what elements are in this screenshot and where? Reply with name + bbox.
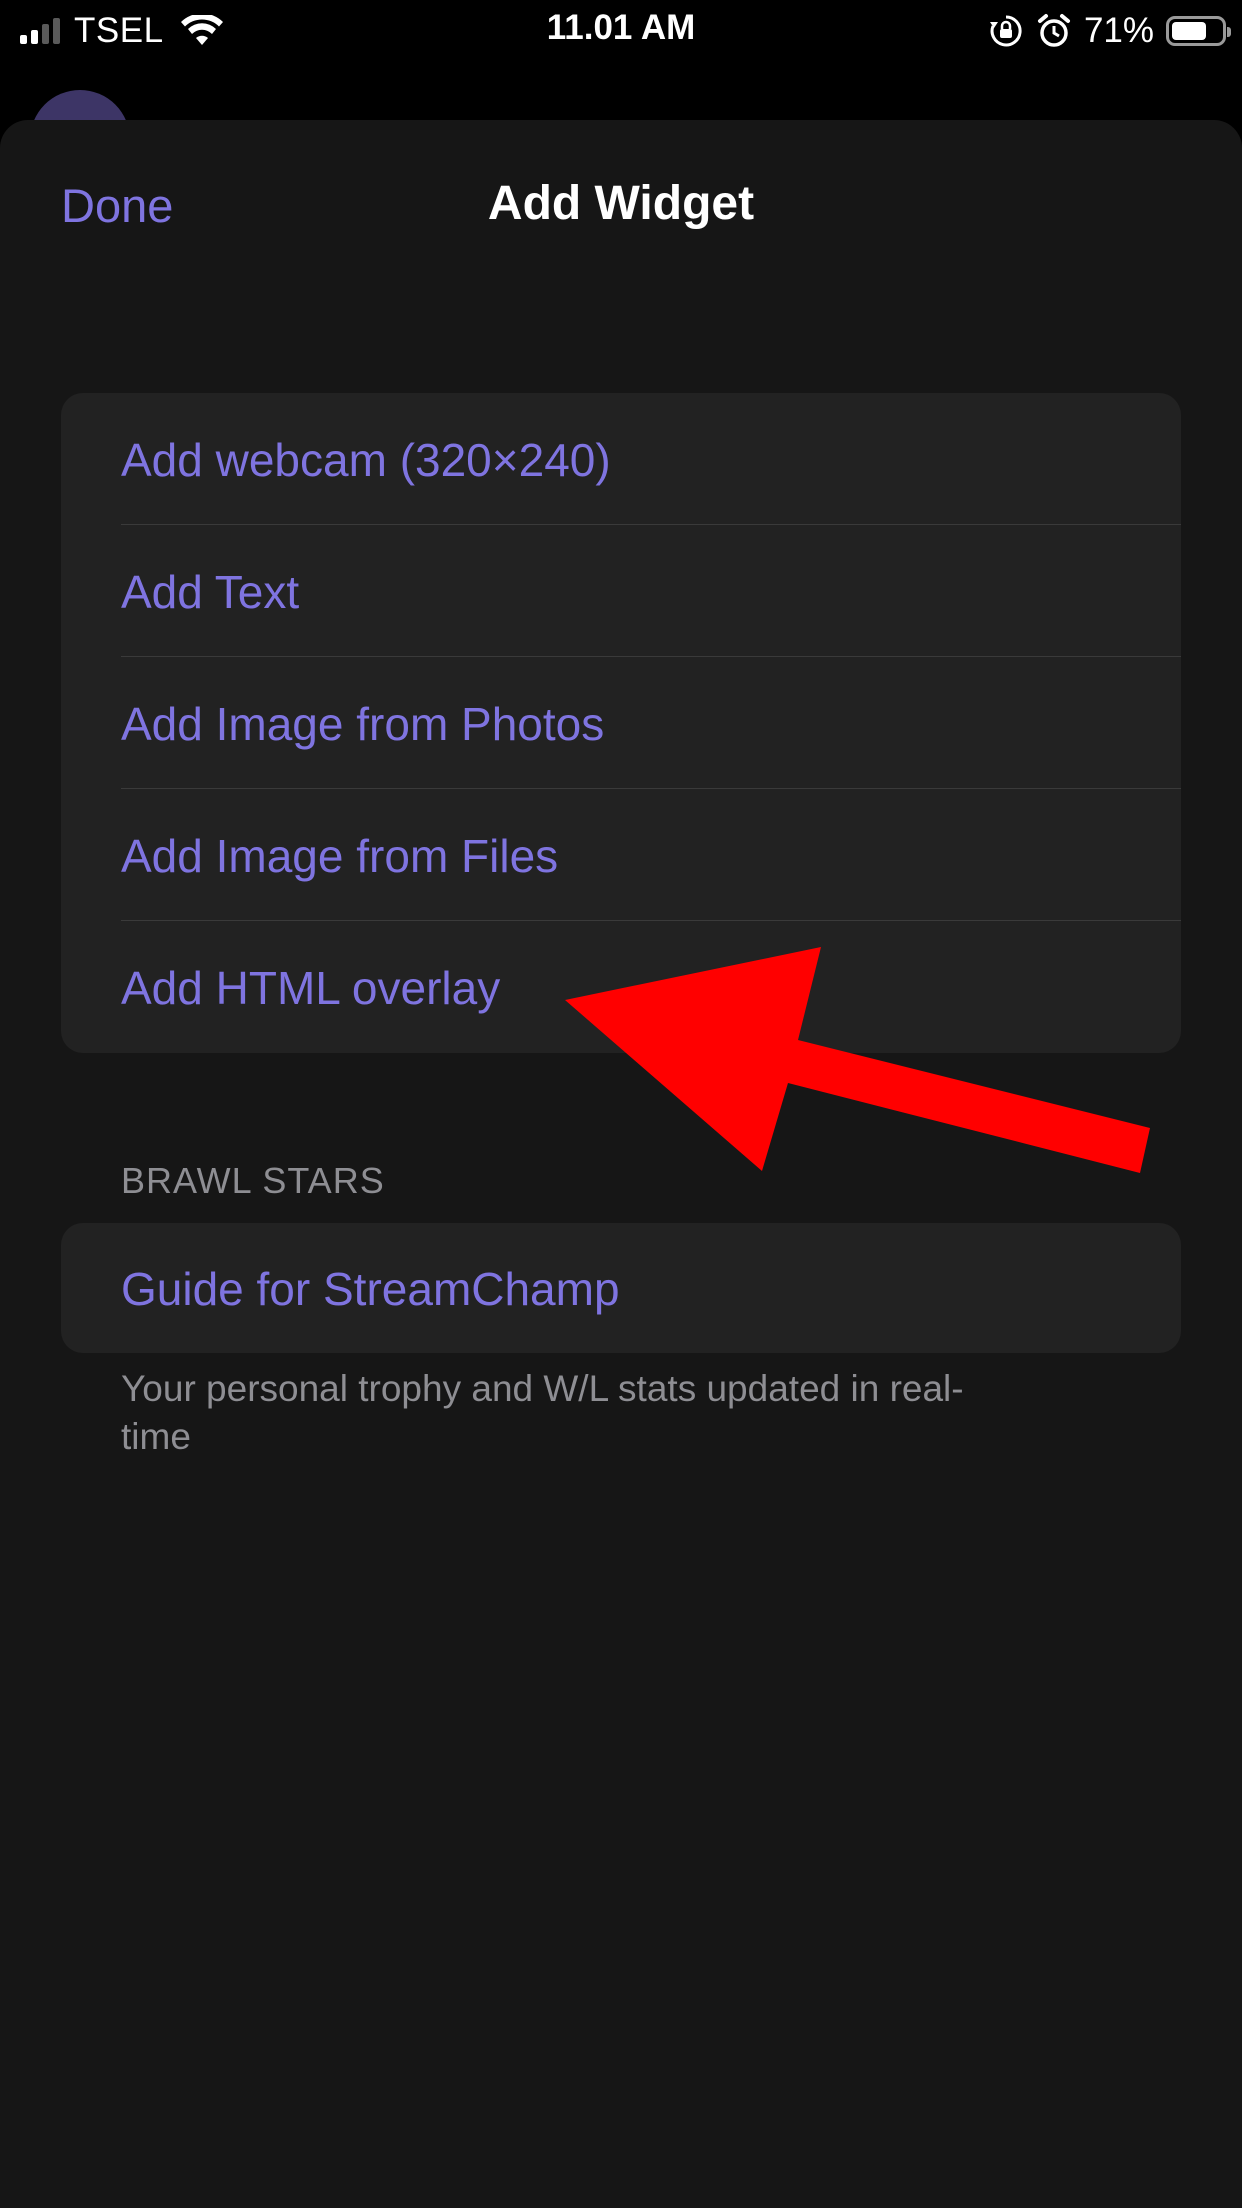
brawl-stars-list: Guide for StreamChamp	[61, 1223, 1181, 1353]
page-title: Add Widget	[487, 177, 755, 230]
option-label: Add Text	[121, 566, 300, 618]
add-webcam-option[interactable]: Add webcam (320×240)	[61, 393, 1181, 525]
sheet-nav-bar: Done Add Widget	[0, 120, 1242, 290]
option-label: Add HTML overlay	[121, 962, 501, 1014]
option-label: Add Image from Photos	[121, 698, 605, 750]
status-bar: TSEL 11.01 AM 71%	[0, 0, 1242, 62]
guide-streamchamp-option[interactable]: Guide for StreamChamp	[61, 1223, 1181, 1353]
widget-options-list: Add webcam (320×240) Add Text Add Image …	[61, 393, 1181, 1053]
add-image-from-files-option[interactable]: Add Image from Files	[61, 789, 1181, 921]
option-label: Add Image from Files	[121, 830, 559, 882]
add-text-option[interactable]: Add Text	[61, 525, 1181, 657]
battery-icon	[1166, 16, 1231, 46]
add-html-overlay-option[interactable]: Add HTML overlay	[61, 921, 1181, 1053]
section-header: BRAWL STARS	[121, 1160, 385, 1201]
battery-tip	[1227, 27, 1231, 37]
option-label: Guide for StreamChamp	[121, 1263, 620, 1315]
battery-level	[1172, 22, 1206, 40]
add-image-from-photos-option[interactable]: Add Image from Photos	[61, 657, 1181, 789]
section-footer: Your personal trophy and W/L stats updat…	[121, 1368, 964, 1457]
option-label: Add webcam (320×240)	[121, 434, 611, 486]
rotation-lock-icon	[989, 15, 1022, 47]
alarm-icon	[1037, 14, 1070, 47]
status-right: 71%	[988, 10, 1231, 52]
battery-percent: 71%	[1083, 11, 1154, 50]
add-widget-sheet: Done Add Widget Add webcam (320×240) Add…	[0, 120, 1242, 2208]
